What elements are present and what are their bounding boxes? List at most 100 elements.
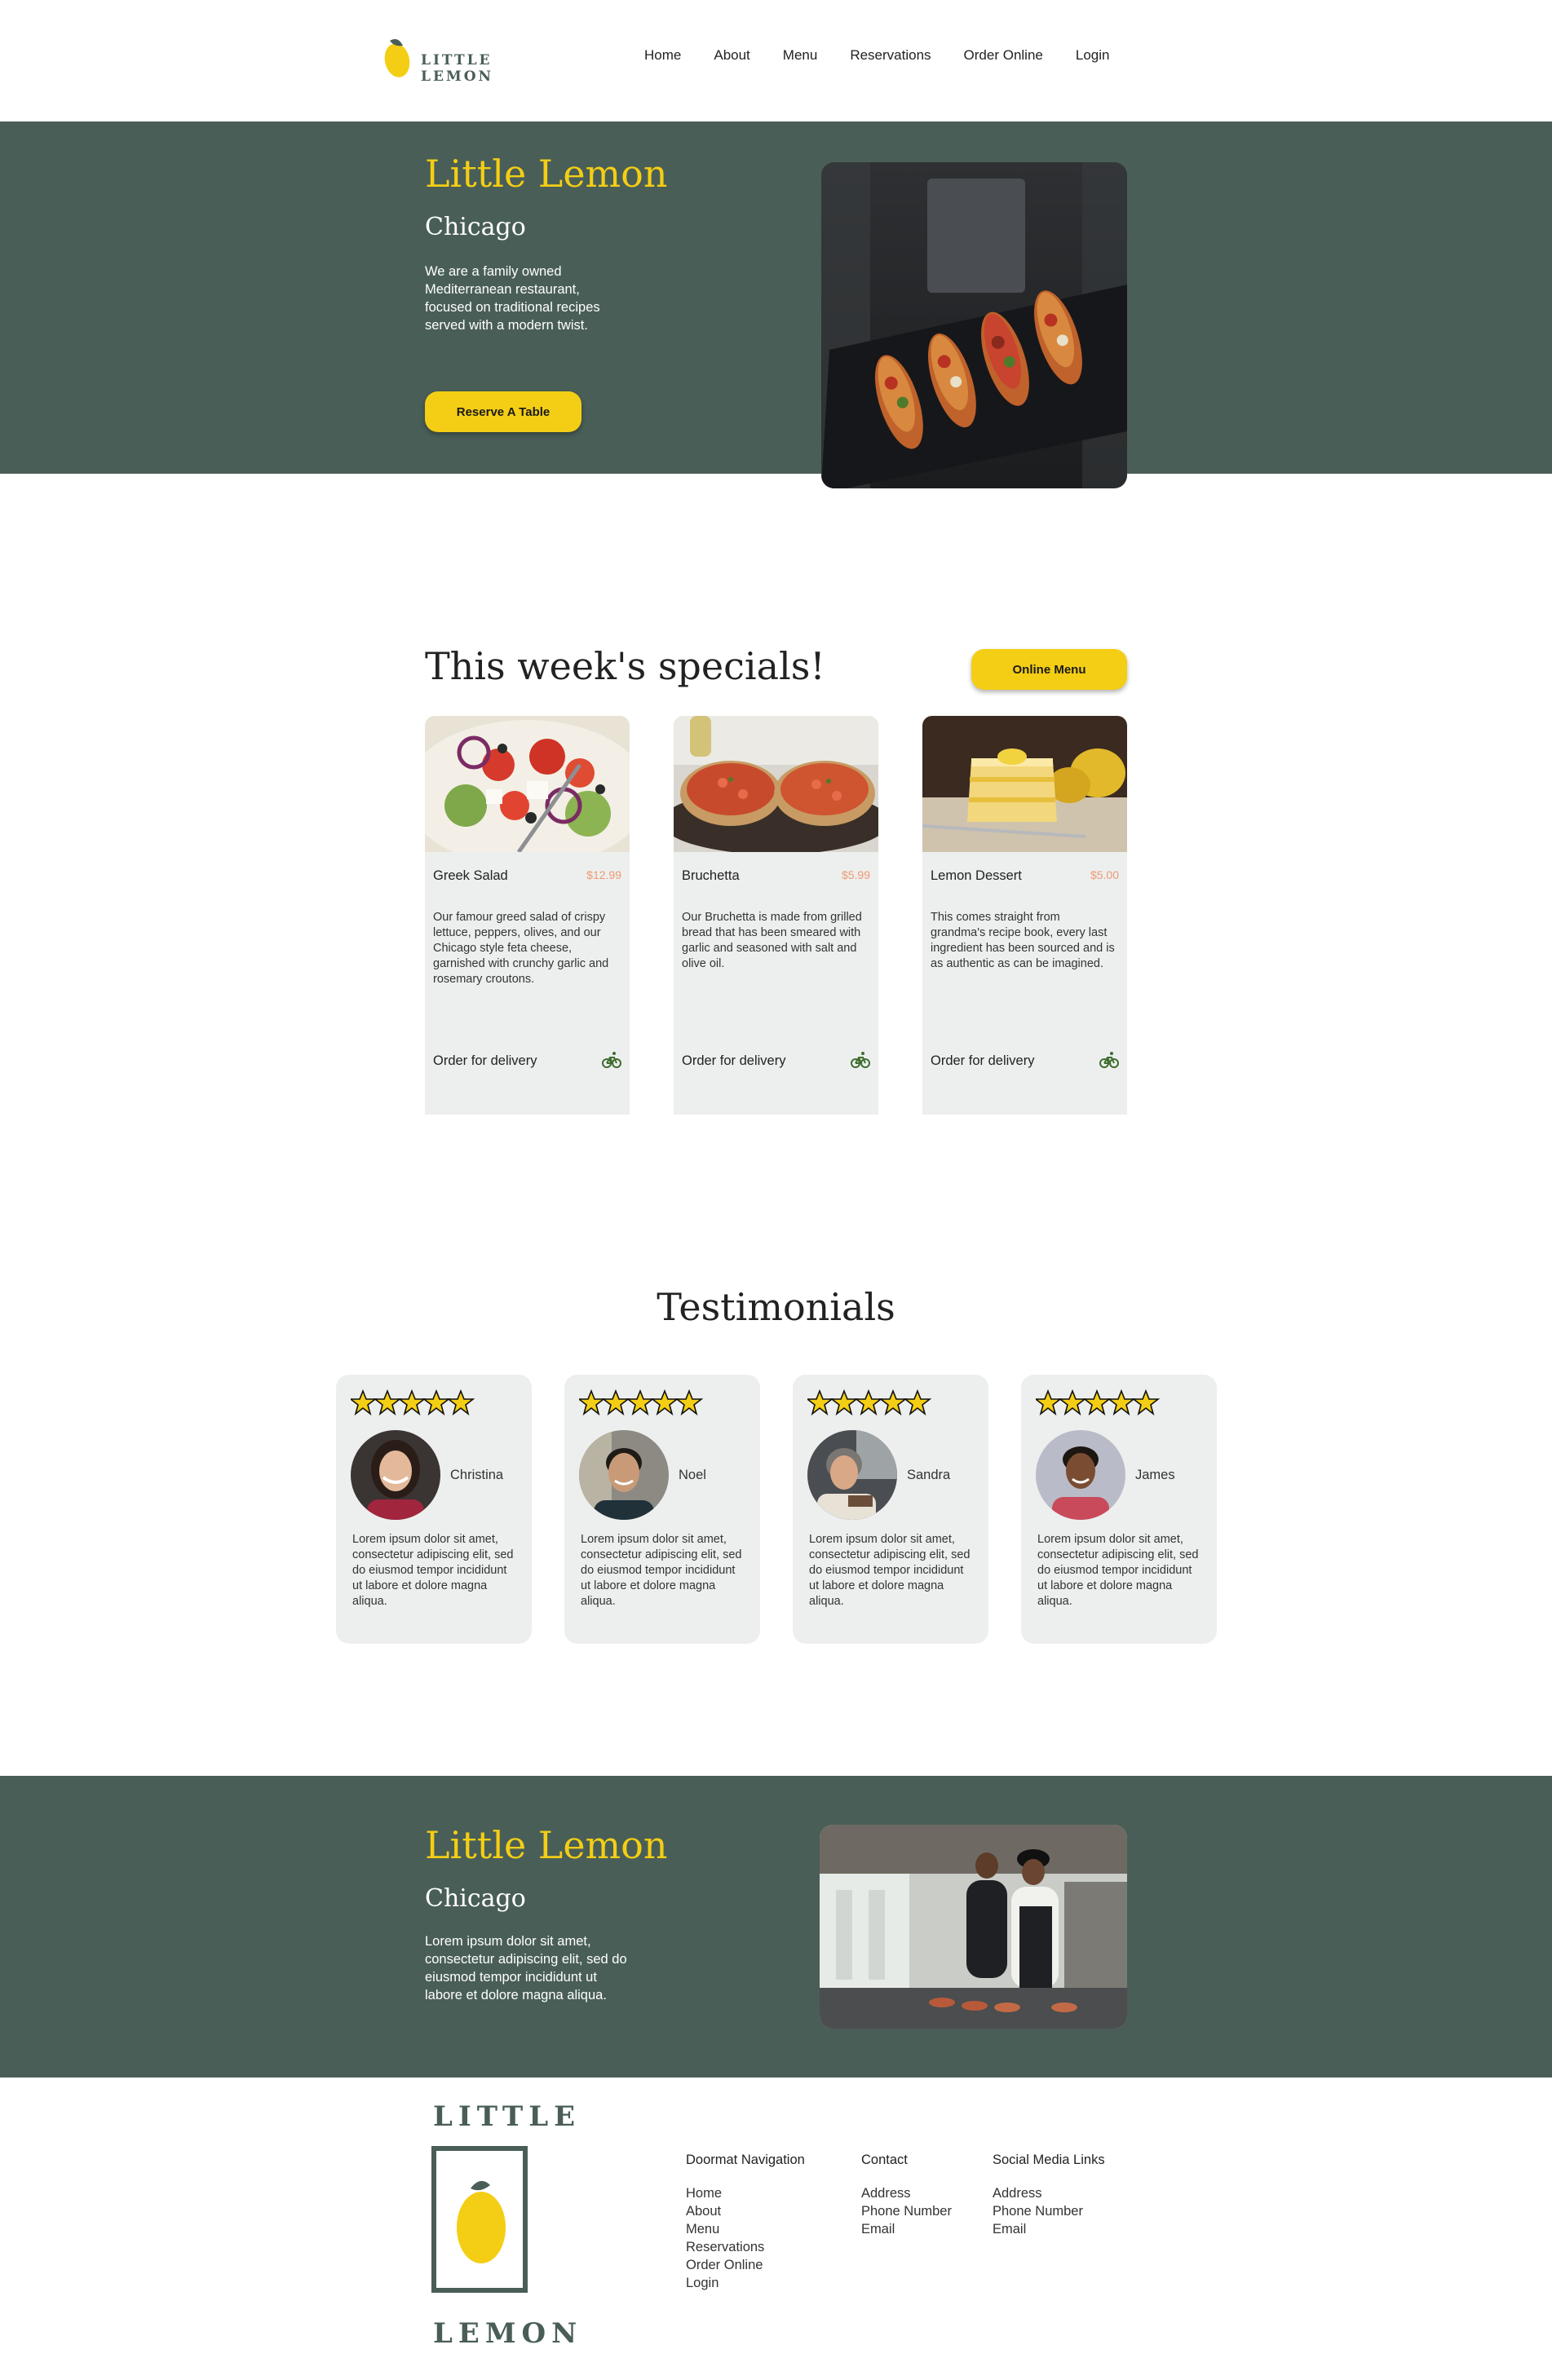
- nav-reservations[interactable]: Reservations: [850, 47, 931, 64]
- header-logo[interactable]: LITTLE LEMON: [383, 34, 563, 85]
- star-icon: [1131, 1389, 1160, 1415]
- star-icon: [807, 1389, 834, 1415]
- footer-logo-bottom: LEMON: [433, 2317, 583, 2350]
- testimonial-card: Noel Lorem ipsum dolor sit amet, consect…: [564, 1375, 760, 1644]
- logo-text: LITTLE LEMON: [421, 52, 494, 85]
- contact-phone-link[interactable]: Phone Number: [861, 2204, 952, 2219]
- star-icon: [601, 1389, 630, 1415]
- footer-link-menu[interactable]: Menu: [686, 2222, 719, 2236]
- footer-logo-top: LITTLE: [433, 2100, 581, 2133]
- special-name: Lemon Dessert: [931, 868, 1022, 883]
- bicycle-icon[interactable]: [851, 1050, 870, 1070]
- special-name: Greek Salad: [433, 868, 508, 883]
- footer-link-login[interactable]: Login: [686, 2276, 719, 2290]
- star-icon: [674, 1389, 703, 1415]
- star-rating: [351, 1389, 475, 1415]
- about-description: Lorem ipsum dolor sit amet, consectetur …: [425, 1934, 627, 2002]
- social-email-link[interactable]: Email: [993, 2222, 1026, 2236]
- about-band: [0, 1776, 1552, 2078]
- bruchetta-image: [674, 716, 878, 854]
- hero-subtitle: Chicago: [425, 213, 526, 241]
- special-card-lemon-dessert[interactable]: Lemon Dessert $5.00 This comes straight …: [922, 716, 1127, 1115]
- footer-link-about[interactable]: About: [686, 2204, 721, 2219]
- footer-contact: Contact Address Phone Number Email: [861, 2153, 952, 2238]
- star-icon: [373, 1389, 402, 1415]
- testimonial-quote: Lorem ipsum dolor sit amet, consectetur …: [352, 1533, 514, 1608]
- hero-band: [0, 121, 1552, 474]
- star-icon: [626, 1389, 655, 1415]
- nav-order-online[interactable]: Order Online: [964, 47, 1043, 64]
- nav-home[interactable]: Home: [644, 47, 681, 64]
- footer-link-home[interactable]: Home: [686, 2186, 722, 2201]
- hero-description: We are a family owned Mediterranean rest…: [425, 264, 600, 333]
- online-menu-button[interactable]: Online Menu: [971, 649, 1127, 690]
- social-phone-link[interactable]: Phone Number: [993, 2204, 1083, 2219]
- special-description: Our famour greed salad of crispy lettuce…: [433, 911, 609, 986]
- bicycle-icon[interactable]: [1099, 1050, 1119, 1070]
- lemon-dessert-image: [922, 716, 1127, 852]
- order-delivery-link[interactable]: Order for delivery: [433, 1053, 537, 1069]
- about-subtitle: Chicago: [425, 1884, 526, 1913]
- testimonial-quote: Lorem ipsum dolor sit amet, consectetur …: [809, 1533, 971, 1608]
- special-price: $12.99: [586, 868, 621, 881]
- contact-email-link[interactable]: Email: [861, 2222, 895, 2236]
- star-icon: [397, 1389, 427, 1415]
- star-icon: [1082, 1389, 1112, 1415]
- star-icon: [422, 1389, 451, 1415]
- star-icon: [854, 1389, 883, 1415]
- star-icon: [1058, 1389, 1087, 1415]
- special-price: $5.00: [1090, 868, 1119, 881]
- social-address-link[interactable]: Address: [993, 2186, 1042, 2201]
- chefs-image: [820, 1825, 1127, 2029]
- doormat-heading: Doormat Navigation: [686, 2153, 805, 2167]
- star-icon: [579, 1389, 606, 1415]
- star-icon: [446, 1389, 475, 1415]
- avatar-noel: [579, 1430, 669, 1520]
- star-rating: [579, 1389, 703, 1415]
- footer-link-order-online[interactable]: Order Online: [686, 2258, 763, 2272]
- special-description: Our Bruchetta is made from grilled bread…: [682, 911, 862, 970]
- testimonial-card: Sandra Lorem ipsum dolor sit amet, conse…: [793, 1375, 988, 1644]
- contact-heading: Contact: [861, 2153, 908, 2167]
- avatar-james: [1036, 1430, 1125, 1520]
- order-delivery-link[interactable]: Order for delivery: [682, 1053, 785, 1069]
- nav-menu[interactable]: Menu: [783, 47, 818, 64]
- testimonial-name: Sandra: [907, 1468, 951, 1482]
- order-delivery-link[interactable]: Order for delivery: [931, 1053, 1034, 1069]
- special-card-greek-salad[interactable]: Greek Salad $12.99 Our famour greed sala…: [425, 716, 630, 1115]
- star-icon: [878, 1389, 908, 1415]
- testimonial-card: Christina Lorem ipsum dolor sit amet, co…: [336, 1375, 532, 1644]
- star-icon: [1036, 1389, 1063, 1415]
- avatar-christina: [351, 1430, 440, 1520]
- main-nav: Home About Menu Reservations Order Onlin…: [644, 47, 1142, 64]
- nav-about[interactable]: About: [714, 47, 749, 64]
- star-rating: [1036, 1389, 1160, 1415]
- nav-login[interactable]: Login: [1076, 47, 1110, 64]
- reserve-table-button[interactable]: Reserve A Table: [425, 391, 581, 432]
- special-price: $5.99: [841, 868, 870, 881]
- testimonial-quote: Lorem ipsum dolor sit amet, consectetur …: [581, 1533, 742, 1608]
- footer-logo[interactable]: LITTLE LEMON: [425, 2095, 577, 2356]
- specials-heading: This week's specials!: [425, 644, 825, 688]
- bicycle-icon[interactable]: [602, 1050, 621, 1070]
- star-icon: [903, 1389, 931, 1415]
- about-title: Little Lemon: [425, 1823, 668, 1867]
- hero-title: Little Lemon: [425, 152, 668, 196]
- testimonials-heading: Testimonials: [657, 1285, 895, 1329]
- hero-food-image: [821, 162, 1127, 488]
- star-icon: [351, 1389, 378, 1415]
- star-icon: [829, 1389, 859, 1415]
- testimonial-quote: Lorem ipsum dolor sit amet, consectetur …: [1037, 1533, 1199, 1608]
- testimonial-card: James Lorem ipsum dolor sit amet, consec…: [1021, 1375, 1217, 1644]
- footer-link-reservations[interactable]: Reservations: [686, 2240, 764, 2254]
- social-heading: Social Media Links: [993, 2153, 1105, 2167]
- lemon-logo-icon: [384, 39, 410, 77]
- star-rating: [807, 1389, 931, 1415]
- testimonial-name: James: [1135, 1468, 1175, 1482]
- star-icon: [1107, 1389, 1136, 1415]
- contact-address-link[interactable]: Address: [861, 2186, 911, 2201]
- footer-doormat-nav: Doormat Navigation Home About Menu Reser…: [686, 2153, 805, 2292]
- greek-salad-image: [425, 716, 630, 867]
- testimonial-name: Christina: [450, 1468, 504, 1482]
- special-card-bruchetta[interactable]: Bruchetta $5.99 Our Bruchetta is made fr…: [674, 716, 878, 1115]
